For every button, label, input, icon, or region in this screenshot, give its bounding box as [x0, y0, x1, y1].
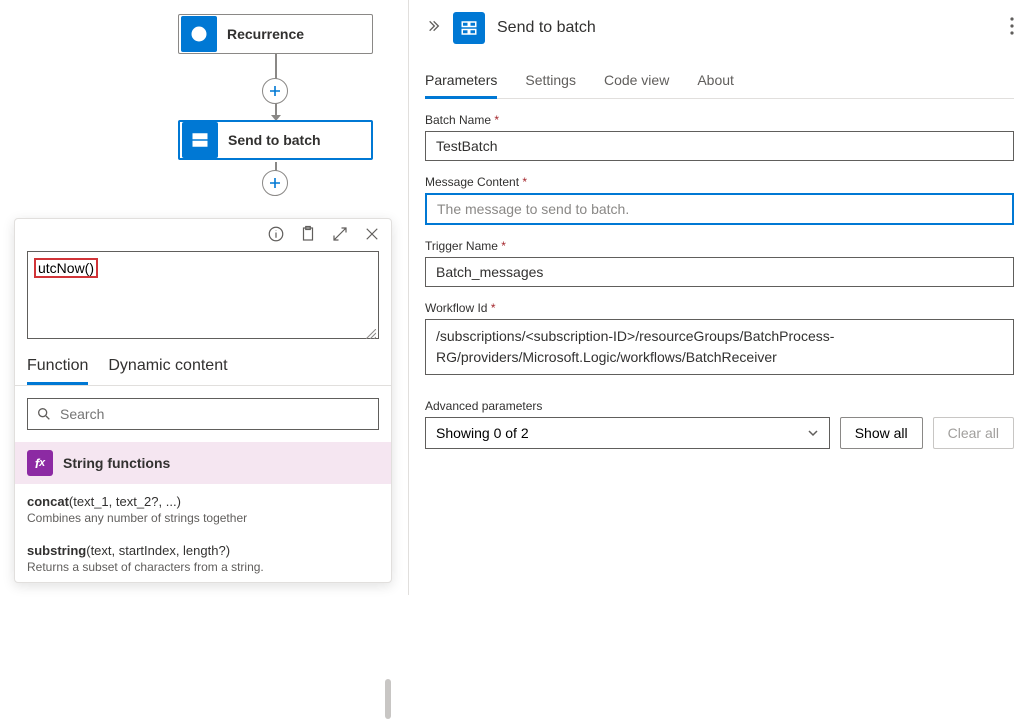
input-message-content[interactable]: The message to send to batch. — [425, 193, 1014, 225]
fx-icon: fx — [27, 450, 53, 476]
clear-all-button: Clear all — [933, 417, 1014, 449]
popup-tabs: Function Dynamic content — [15, 351, 391, 386]
tab-about[interactable]: About — [697, 68, 734, 98]
function-signature: concat(text_1, text_2?, ...) — [27, 494, 379, 509]
more-options-icon[interactable] — [1010, 17, 1014, 40]
tab-dynamic-content[interactable]: Dynamic content — [108, 351, 227, 385]
chevron-down-icon — [807, 427, 819, 439]
clock-icon — [181, 16, 217, 52]
function-description: Returns a subset of characters from a st… — [27, 560, 379, 574]
tab-function[interactable]: Function — [27, 351, 88, 385]
resize-handle-icon[interactable] — [366, 326, 376, 336]
search-input-wrapper — [27, 398, 379, 430]
tab-code-view[interactable]: Code view — [604, 68, 669, 98]
node-recurrence-label: Recurrence — [219, 26, 304, 42]
tab-parameters[interactable]: Parameters — [425, 68, 497, 98]
function-signature: substring(text, startIndex, length?) — [27, 543, 379, 558]
workflow-canvas: Recurrence Send to batch — [0, 0, 395, 595]
label-workflow-id: Workflow Id * — [425, 301, 1014, 315]
close-icon[interactable] — [363, 225, 381, 243]
batch-icon — [182, 122, 218, 158]
advanced-select-text: Showing 0 of 2 — [436, 425, 529, 441]
action-detail-panel: Send to batch Parameters Settings Code v… — [408, 0, 1030, 595]
label-advanced-parameters: Advanced parameters — [425, 399, 1014, 413]
input-batch-name[interactable]: TestBatch — [425, 131, 1014, 161]
tab-settings[interactable]: Settings — [525, 68, 576, 98]
node-send-to-batch[interactable]: Send to batch — [178, 120, 373, 160]
show-all-button[interactable]: Show all — [840, 417, 923, 449]
category-label: String functions — [63, 455, 170, 471]
panel-header: Send to batch — [425, 12, 1014, 44]
expression-editor-popup: utcNow() Function Dynamic content fx Str… — [14, 218, 392, 583]
batch-icon — [453, 12, 485, 44]
panel-title: Send to batch — [497, 19, 596, 37]
info-icon[interactable] — [267, 225, 285, 243]
node-recurrence[interactable]: Recurrence — [178, 14, 373, 54]
expression-textarea[interactable]: utcNow() — [27, 251, 379, 339]
label-batch-name: Batch Name * — [425, 113, 1014, 127]
function-substring[interactable]: substring(text, startIndex, length?) Ret… — [15, 533, 391, 582]
panel-tabs: Parameters Settings Code view About — [425, 68, 1014, 99]
label-message-content: Message Content * — [425, 175, 1014, 189]
popup-toolbar — [15, 219, 391, 247]
function-description: Combines any number of strings together — [27, 511, 379, 525]
add-step-button[interactable] — [262, 170, 288, 196]
advanced-params-select[interactable]: Showing 0 of 2 — [425, 417, 830, 449]
scrollbar-thumb[interactable] — [385, 679, 391, 719]
function-concat[interactable]: concat(text_1, text_2?, ...) Combines an… — [15, 484, 391, 533]
search-input[interactable] — [60, 406, 370, 422]
node-batch-label: Send to batch — [220, 132, 321, 148]
expand-icon[interactable] — [331, 225, 349, 243]
add-step-button[interactable] — [262, 78, 288, 104]
search-icon — [36, 406, 52, 422]
input-workflow-id[interactable]: /subscriptions/<subscription-ID>/resourc… — [425, 319, 1014, 375]
label-trigger-name: Trigger Name * — [425, 239, 1014, 253]
collapse-panel-icon[interactable] — [425, 18, 441, 39]
expression-text: utcNow() — [34, 258, 98, 278]
input-trigger-name[interactable]: Batch_messages — [425, 257, 1014, 287]
category-string-functions[interactable]: fx String functions — [15, 442, 391, 484]
clipboard-icon[interactable] — [299, 225, 317, 243]
